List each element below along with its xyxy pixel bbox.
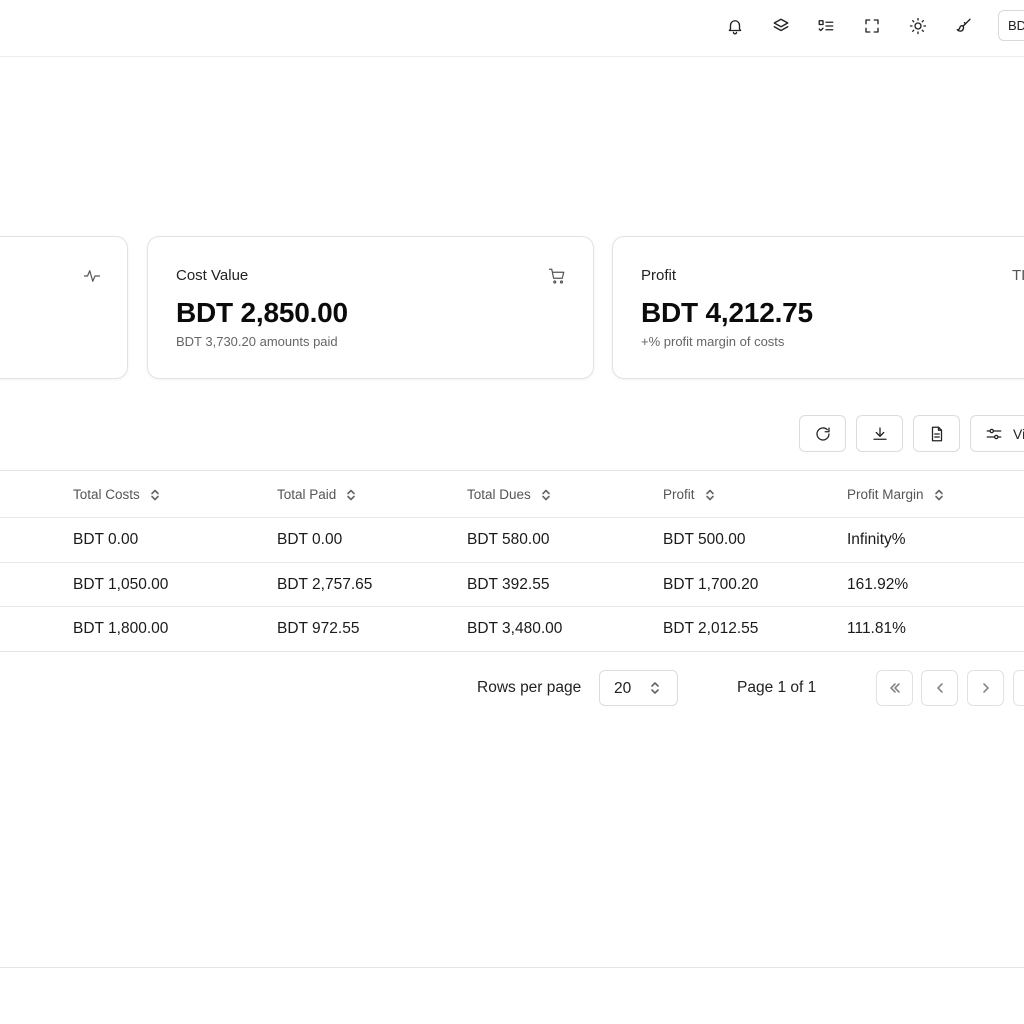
document-icon — [931, 426, 942, 441]
cart-icon — [548, 267, 566, 285]
currency-selector[interactable]: BDT — [998, 10, 1024, 41]
cell-total-dues: BDT 580.00 — [467, 531, 550, 548]
view-options-button[interactable]: View — [970, 415, 1024, 452]
paintbrush-icon[interactable] — [951, 13, 977, 39]
column-header-profit-margin[interactable]: Profit Margin — [847, 487, 945, 502]
export-document-button[interactable] — [913, 415, 960, 452]
trend-icon: TI — [1012, 267, 1024, 284]
cell-profit: BDT 500.00 — [663, 531, 746, 548]
sort-icon — [150, 489, 159, 500]
stat-card-partial — [0, 236, 128, 379]
cell-total-costs: BDT 1,050.00 — [73, 576, 169, 593]
sort-icon — [347, 489, 356, 500]
card-value: BDT 4,212.75 — [641, 297, 813, 328]
chevrons-left-icon — [889, 683, 900, 693]
cell-total-dues: BDT 3,480.00 — [467, 620, 563, 637]
cell-total-dues: BDT 392.55 — [467, 576, 550, 593]
next-page-button[interactable] — [967, 670, 1004, 706]
cell-profit-margin: 161.92% — [847, 576, 909, 593]
chevron-right-icon — [982, 683, 989, 693]
activity-icon — [83, 267, 101, 285]
cell-total-costs: BDT 1,800.00 — [73, 620, 169, 637]
cell-profit-margin: 111.81% — [847, 620, 906, 637]
last-page-button[interactable] — [1013, 670, 1024, 706]
cell-profit: BDT 2,012.55 — [663, 620, 759, 637]
first-page-button[interactable] — [876, 670, 913, 706]
cell-profit-margin: Infinity% — [847, 531, 906, 548]
cell-total-paid: BDT 0.00 — [277, 531, 343, 548]
refresh-icon — [815, 426, 830, 441]
row-divider — [0, 606, 1024, 607]
profit-card: Profit TI BDT 4,212.75 +% profit margin … — [612, 236, 1024, 379]
column-header-total-paid[interactable]: Total Paid — [277, 487, 357, 502]
layers-icon[interactable] — [768, 13, 794, 39]
row-divider — [0, 562, 1024, 563]
chevron-left-icon — [936, 683, 943, 693]
refresh-button[interactable] — [799, 415, 846, 452]
chevron-up-down-icon — [651, 682, 659, 694]
cost-value-card: Cost Value BDT 2,850.00 BDT 3,730.20 amo… — [147, 236, 594, 379]
cell-total-paid: BDT 2,757.65 — [277, 576, 373, 593]
download-icon — [872, 426, 887, 440]
sun-icon[interactable] — [905, 13, 931, 39]
view-label: View — [1013, 426, 1024, 442]
top-bar: BDT — [0, 0, 1024, 57]
checklist-icon[interactable] — [813, 13, 839, 39]
row-divider — [0, 517, 1024, 518]
card-title: Cost Value — [176, 267, 249, 284]
cell-total-costs: BDT 0.00 — [73, 531, 139, 548]
column-header-total-costs[interactable]: Total Costs — [73, 487, 161, 502]
column-header-total-dues[interactable]: Total Dues — [467, 487, 552, 502]
card-title: Profit — [641, 267, 677, 284]
sort-icon — [705, 489, 714, 500]
rows-per-page-select[interactable]: 20 — [599, 670, 678, 706]
sliders-icon — [986, 428, 1002, 440]
card-subtext: BDT 3,730.20 amounts paid — [176, 334, 338, 349]
cell-profit: BDT 1,700.20 — [663, 576, 759, 593]
page-info: Page 1 of 1 — [737, 679, 817, 696]
footer-divider — [0, 967, 1024, 968]
data-table: Total Costs Total Paid Total Dues Profit… — [0, 470, 1024, 652]
sort-icon — [541, 489, 550, 500]
rows-per-page-label: Rows per page — [477, 679, 582, 696]
card-subtext: +% profit margin of costs — [641, 334, 785, 349]
column-header-profit[interactable]: Profit — [663, 487, 716, 502]
download-button[interactable] — [856, 415, 903, 452]
sort-icon — [934, 489, 943, 500]
card-value: BDT 2,850.00 — [176, 297, 348, 328]
bell-icon[interactable] — [722, 13, 748, 39]
cell-total-paid: BDT 972.55 — [277, 620, 360, 637]
fullscreen-icon[interactable] — [859, 13, 885, 39]
previous-page-button[interactable] — [921, 670, 958, 706]
